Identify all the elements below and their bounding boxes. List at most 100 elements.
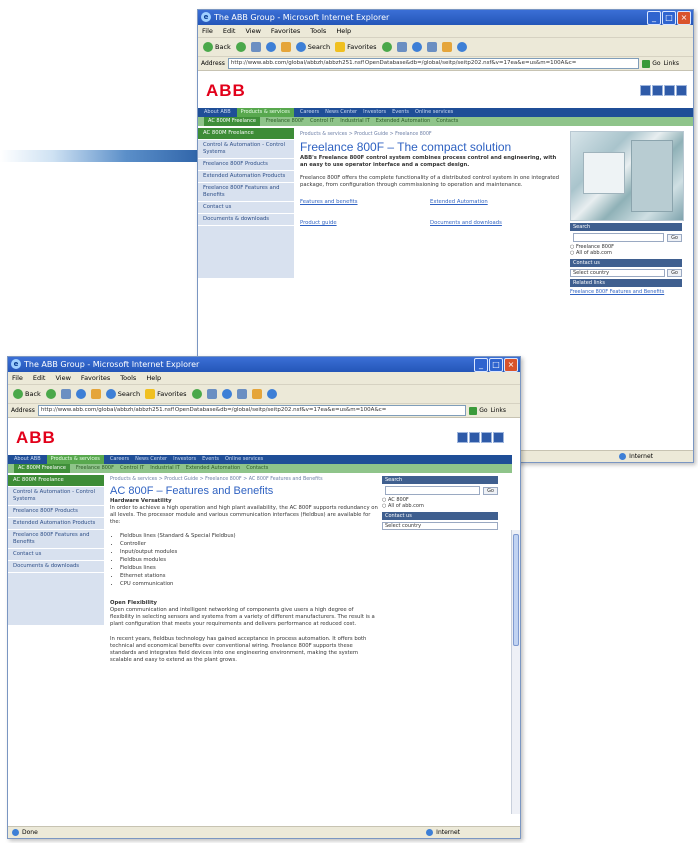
- nav-events[interactable]: Events: [392, 108, 409, 117]
- folder-icon[interactable]: [441, 42, 452, 52]
- sidebar-item-control-systems[interactable]: Control & Automation - Control Systems: [198, 140, 294, 159]
- forward-arrow-icon[interactable]: [45, 389, 56, 399]
- history-icon[interactable]: [206, 389, 217, 399]
- nav-investors[interactable]: Investors: [173, 455, 196, 464]
- link-documents[interactable]: Documents and downloads: [430, 220, 560, 227]
- address-input[interactable]: http://www.abb.com/global/abbzh/abbzh251…: [37, 405, 467, 416]
- menu-favorites[interactable]: Favorites: [81, 372, 110, 384]
- subnav-contacts[interactable]: Contacts: [246, 464, 268, 473]
- sitemap-icon[interactable]: [481, 432, 492, 443]
- nav-careers[interactable]: Careers: [300, 108, 319, 117]
- link-product-guide[interactable]: Product guide: [300, 220, 430, 227]
- subnav-industrialit[interactable]: Industrial IT: [340, 117, 370, 126]
- scrollbar-thumb[interactable]: [513, 534, 519, 646]
- sitemap-icon[interactable]: [664, 85, 675, 96]
- menu-help[interactable]: Help: [336, 25, 351, 37]
- back-button[interactable]: Back: [13, 389, 41, 399]
- menu-file[interactable]: File: [12, 372, 23, 384]
- maximize-button[interactable]: □: [662, 11, 676, 25]
- close-button[interactable]: ×: [677, 11, 691, 25]
- print-page-icon[interactable]: [493, 432, 504, 443]
- site-search-input[interactable]: [385, 486, 481, 495]
- subnav-freelance[interactable]: Freelance 800F: [266, 117, 304, 126]
- menu-tools[interactable]: Tools: [120, 372, 136, 384]
- history-icon[interactable]: [396, 42, 407, 52]
- media-icon[interactable]: [191, 389, 202, 399]
- sidebar-item-documents[interactable]: Documents & downloads: [8, 561, 104, 573]
- contact-nav-icon[interactable]: [652, 85, 663, 96]
- links-label[interactable]: Links: [491, 407, 506, 414]
- nav-events[interactable]: Events: [202, 455, 219, 464]
- subnav-extended[interactable]: Extended Automation: [186, 464, 240, 473]
- mail-icon[interactable]: [221, 389, 232, 399]
- menu-view[interactable]: View: [245, 25, 260, 37]
- menu-edit[interactable]: Edit: [223, 25, 236, 37]
- subnav-extended[interactable]: Extended Automation: [376, 117, 430, 126]
- site-search-button[interactable]: Go: [667, 233, 682, 242]
- print-icon[interactable]: [236, 389, 247, 399]
- nav-products[interactable]: Products & services: [46, 455, 104, 464]
- vertical-scrollbar[interactable]: [511, 530, 520, 814]
- print-page-icon[interactable]: [676, 85, 687, 96]
- maximize-button[interactable]: □: [489, 358, 503, 372]
- home-icon[interactable]: [90, 389, 101, 399]
- folder-icon[interactable]: [251, 389, 262, 399]
- nav-careers[interactable]: Careers: [110, 455, 129, 464]
- subnav-ac800m[interactable]: AC 800M Freelance: [14, 464, 70, 473]
- sidebar-item-products[interactable]: Freelance 800F Products: [8, 506, 104, 518]
- favorites-button[interactable]: Favorites: [335, 42, 377, 52]
- minimize-button[interactable]: _: [647, 11, 661, 25]
- menu-favorites[interactable]: Favorites: [271, 25, 300, 37]
- messenger-icon[interactable]: [266, 389, 277, 399]
- link-features[interactable]: Features and benefits: [300, 199, 430, 206]
- sidebar-item-features[interactable]: Freelance 800F Features and Benefits: [198, 183, 294, 202]
- back-button[interactable]: Back: [203, 42, 231, 52]
- subnav-ac800m[interactable]: AC 800M Freelance: [204, 117, 260, 126]
- refresh-icon[interactable]: [75, 389, 86, 399]
- contact-nav-icon[interactable]: [469, 432, 480, 443]
- stop-icon[interactable]: [250, 42, 261, 52]
- favorites-button[interactable]: Favorites: [145, 389, 187, 399]
- link-extended[interactable]: Extended Automation: [430, 199, 560, 206]
- sidebar-item-extended[interactable]: Extended Automation Products: [8, 518, 104, 530]
- links-label[interactable]: Links: [664, 60, 679, 67]
- search-button[interactable]: Search: [105, 389, 140, 399]
- sidebar-item-documents[interactable]: Documents & downloads: [198, 214, 294, 226]
- country-go-button[interactable]: Go: [667, 269, 682, 277]
- mail-icon[interactable]: [411, 42, 422, 52]
- stop-icon[interactable]: [60, 389, 71, 399]
- home-nav-icon[interactable]: [640, 85, 651, 96]
- abb-logo[interactable]: ABB: [16, 428, 56, 448]
- sidebar-item-features[interactable]: Freelance 800F Features and Benefits: [8, 530, 104, 549]
- sidebar-item-extended[interactable]: Extended Automation Products: [198, 171, 294, 183]
- go-button[interactable]: Go: [642, 59, 661, 68]
- close-button[interactable]: ×: [504, 358, 518, 372]
- nav-products[interactable]: Products & services: [236, 108, 294, 117]
- site-search-input[interactable]: [573, 233, 665, 242]
- menu-file[interactable]: File: [202, 25, 213, 37]
- subnav-controlit[interactable]: Control IT: [310, 117, 334, 126]
- subnav-freelance[interactable]: Freelance 800F: [76, 464, 114, 473]
- subnav-contacts[interactable]: Contacts: [436, 117, 458, 126]
- sidebar-item-ac800m[interactable]: AC 800M Freelance: [8, 475, 104, 487]
- menu-help[interactable]: Help: [146, 372, 161, 384]
- sidebar-item-ac800m[interactable]: AC 800M Freelance: [198, 128, 294, 140]
- menu-tools[interactable]: Tools: [310, 25, 326, 37]
- sidebar-item-products[interactable]: Freelance 800F Products: [198, 159, 294, 171]
- subnav-controlit[interactable]: Control IT: [120, 464, 144, 473]
- site-search-button[interactable]: Go: [483, 486, 498, 495]
- address-input[interactable]: http://www.abb.com/global/abbzh/abbzh251…: [227, 58, 640, 69]
- menu-view[interactable]: View: [55, 372, 70, 384]
- refresh-icon[interactable]: [265, 42, 276, 52]
- messenger-icon[interactable]: [456, 42, 467, 52]
- country-select[interactable]: Select country: [382, 522, 498, 530]
- subnav-industrialit[interactable]: Industrial IT: [150, 464, 180, 473]
- nav-investors[interactable]: Investors: [363, 108, 386, 117]
- search-option-2[interactable]: ○ All of abb.com: [570, 250, 682, 256]
- print-icon[interactable]: [426, 42, 437, 52]
- nav-about[interactable]: About ABB: [204, 108, 231, 117]
- abb-logo[interactable]: ABB: [206, 81, 246, 101]
- sidebar-item-control-systems[interactable]: Control & Automation - Control Systems: [8, 487, 104, 506]
- home-icon[interactable]: [280, 42, 291, 52]
- related-link[interactable]: Freelance 800F Features and Benefits: [570, 289, 682, 295]
